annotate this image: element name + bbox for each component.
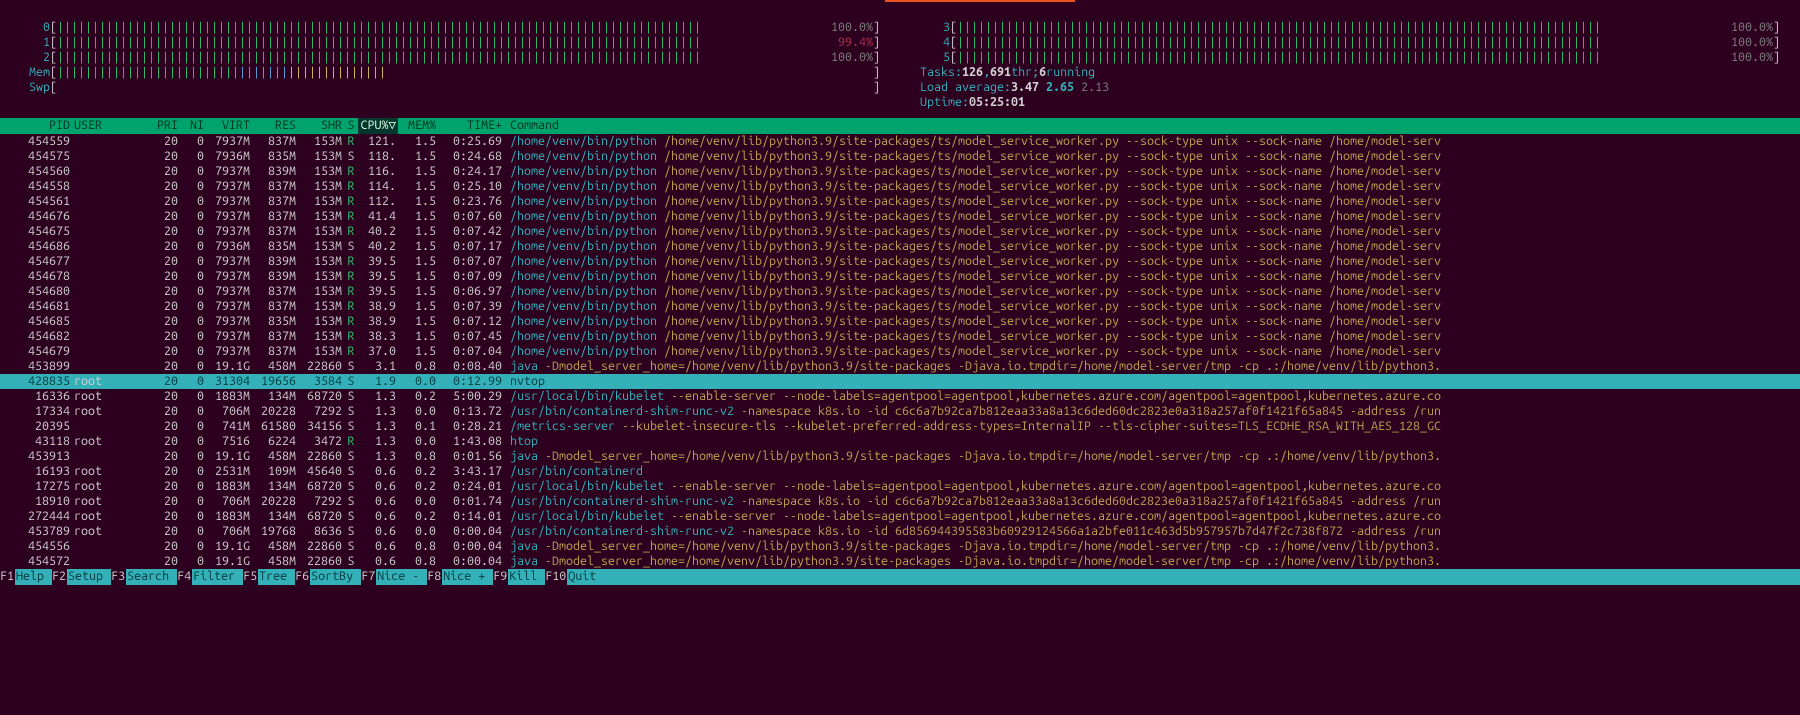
window-active-indicator — [885, 0, 1075, 2]
table-row[interactable]: 4545602007937M839M153MR116.1.50:24.17/ho… — [0, 164, 1800, 179]
table-row[interactable]: 4545582007937M837M153MR114.1.50:25.10/ho… — [0, 179, 1800, 194]
col-pid[interactable]: PID — [18, 118, 72, 134]
fkey-F10-label[interactable]: Quit — [567, 569, 604, 585]
fkey-F2-label[interactable]: Setup — [67, 569, 111, 585]
col-time[interactable]: TIME+ — [438, 118, 504, 134]
table-row[interactable]: 4546812007937M837M153MR38.91.50:07.39/ho… — [0, 299, 1800, 314]
col-res[interactable]: RES — [252, 118, 298, 134]
col-pri[interactable]: PRI — [148, 118, 180, 134]
tasks-line: Tasks: 126, 691 thr; 6 running — [920, 65, 1780, 80]
table-row[interactable]: 4545612007937M837M153MR112.1.50:23.76/ho… — [0, 194, 1800, 209]
mem-meter: Mem [ ||||||||||||||||||||||||||||||||||… — [20, 65, 880, 80]
col-mem[interactable]: MEM% — [398, 118, 438, 134]
fkey-F1: F1 — [0, 569, 15, 585]
table-row[interactable]: 20395200741M6158034156S1.30.10:28.21/met… — [0, 419, 1800, 434]
table-row[interactable]: 17334root200706M202287292S1.30.00:13.72/… — [0, 404, 1800, 419]
table-row[interactable]: 4545752007936M835M153MS118.1.50:24.68/ho… — [0, 149, 1800, 164]
table-row[interactable]: 4546772007937M839M153MR39.51.50:07.07/ho… — [0, 254, 1800, 269]
cpu-meter-3: 3 [ ||||||||||||||||||||||||||||||||||||… — [920, 20, 1780, 35]
cpu-meter-4: 4 [ ||||||||||||||||||||||||||||||||||||… — [920, 35, 1780, 50]
function-key-bar: F1HelpF2SetupF3SearchF4FilterF5TreeF6Sor… — [0, 569, 1800, 585]
cpu-5-pct: 100.0% — [1731, 50, 1773, 65]
cpu-meter-1: 1 [ ||||||||||||||||||||||||||||||||||||… — [20, 35, 880, 50]
table-row[interactable]: 272444root2001883M134M68720S0.60.20:14.0… — [0, 509, 1800, 524]
table-row[interactable]: 16193root2002531M109M45640S0.60.23:43.17… — [0, 464, 1800, 479]
cpu-meter-2: 2 [ ||||||||||||||||||||||||||||||||||||… — [20, 50, 880, 65]
fkey-F2: F2 — [52, 569, 67, 585]
meters-left: 0 [ ||||||||||||||||||||||||||||||||||||… — [20, 20, 880, 110]
table-row[interactable]: 4546762007937M837M153MR41.41.50:07.60/ho… — [0, 209, 1800, 224]
mem-bar-blue: |||||||| — [232, 65, 288, 80]
col-user[interactable]: USER — [72, 118, 148, 134]
fkey-F8: F8 — [427, 569, 442, 585]
table-row[interactable]: 4546792007937M837M153MR37.01.50:07.04/ho… — [0, 344, 1800, 359]
fkey-F5-label[interactable]: Tree — [258, 569, 295, 585]
fkey-F7: F7 — [361, 569, 376, 585]
fkey-F5: F5 — [243, 569, 258, 585]
fkey-F7-label[interactable]: Nice - — [376, 569, 427, 585]
meters-area: 0 [ ||||||||||||||||||||||||||||||||||||… — [0, 0, 1800, 118]
table-row[interactable]: 17275root2001883M134M68720S0.60.20:24.01… — [0, 479, 1800, 494]
table-row[interactable]: 453789root200706M197688636S0.60.00:00.04… — [0, 524, 1800, 539]
fkey-F6: F6 — [295, 569, 310, 585]
table-row[interactable]: 4546862007936M835M153MS40.21.50:07.17/ho… — [0, 239, 1800, 254]
cpu-meter-5: 5 [ ||||||||||||||||||||||||||||||||||||… — [920, 50, 1780, 65]
meters-right: 3 [ ||||||||||||||||||||||||||||||||||||… — [920, 20, 1780, 110]
col-ni[interactable]: NI — [180, 118, 206, 134]
col-cpu[interactable]: CPU%▽ — [358, 118, 398, 134]
col-cmd[interactable]: Command — [504, 118, 1800, 134]
fkey-F6-label[interactable]: SortBy — [310, 569, 361, 585]
uptime-line: Uptime: 05:25:01 — [920, 95, 1780, 110]
table-row[interactable]: 4546802007937M837M153MR39.51.50:06.97/ho… — [0, 284, 1800, 299]
mem-bar-yellow: |||||||||||||| — [288, 65, 386, 80]
cpu-4-pct: 100.0% — [1731, 35, 1773, 50]
cpu-0-pct: 100.0% — [831, 20, 873, 35]
table-row[interactable]: 18910root200706M202287292S0.60.00:01.74/… — [0, 494, 1800, 509]
table-row[interactable]: 43118root200751662243472R1.30.01:43.08ht… — [0, 434, 1800, 449]
process-table-header[interactable]: PID USER PRI NI VIRT RES SHR S CPU%▽ MEM… — [0, 118, 1800, 134]
fkey-F3-label[interactable]: Search — [126, 569, 177, 585]
table-row[interactable]: 45391320019.1G458M22860S1.30.80:01.56jav… — [0, 449, 1800, 464]
fkey-F10: F10 — [545, 569, 567, 585]
cpu-meter-0: 0 [ ||||||||||||||||||||||||||||||||||||… — [20, 20, 880, 35]
table-row[interactable]: 4545592007937M837M153MR121.1.50:25.69/ho… — [0, 134, 1800, 149]
cpu-2-pct: 100.0% — [831, 50, 873, 65]
table-row[interactable]: 4546752007937M837M153MR40.21.50:07.42/ho… — [0, 224, 1800, 239]
fkey-F9-label[interactable]: Kill — [508, 569, 545, 585]
table-row[interactable]: 4546822007937M837M153MR38.31.50:07.45/ho… — [0, 329, 1800, 344]
cpu-3-pct: 100.0% — [1731, 20, 1773, 35]
load-line: Load average: 3.47 2.65 2.13 — [920, 80, 1780, 95]
col-s[interactable]: S — [344, 118, 358, 134]
table-row[interactable]: 4546782007937M839M153MR39.51.50:07.09/ho… — [0, 269, 1800, 284]
cpu-1-pct: 99.4% — [838, 35, 873, 50]
table-row[interactable]: 16336root2001883M134M68720S1.30.25:00.29… — [0, 389, 1800, 404]
fkey-F9: F9 — [493, 569, 508, 585]
process-list[interactable]: 4545592007937M837M153MR121.1.50:25.69/ho… — [0, 134, 1800, 569]
mem-bar-green: ||||||||||||||||||||||||| — [57, 65, 232, 80]
fkey-F4-label[interactable]: Filter — [192, 569, 243, 585]
fkey-F3: F3 — [111, 569, 126, 585]
fkey-F4: F4 — [177, 569, 192, 585]
table-row[interactable]: 45457220019.1G458M22860S0.60.80:00.04jav… — [0, 554, 1800, 569]
col-shr[interactable]: SHR — [298, 118, 344, 134]
swp-meter: Swp [ ] — [20, 80, 880, 95]
table-row[interactable]: 428835root20031304196563584S1.90.00:12.9… — [0, 374, 1800, 389]
table-row[interactable]: 4546852007937M835M153MR38.91.50:07.12/ho… — [0, 314, 1800, 329]
fkey-F8-label[interactable]: Nice + — [442, 569, 493, 585]
table-row[interactable]: 45389920019.1G458M22860S3.10.80:08.40jav… — [0, 359, 1800, 374]
col-virt[interactable]: VIRT — [206, 118, 252, 134]
fkey-F1-label[interactable]: Help — [15, 569, 52, 585]
table-row[interactable]: 45455620019.1G458M22860S0.60.80:00.04jav… — [0, 539, 1800, 554]
